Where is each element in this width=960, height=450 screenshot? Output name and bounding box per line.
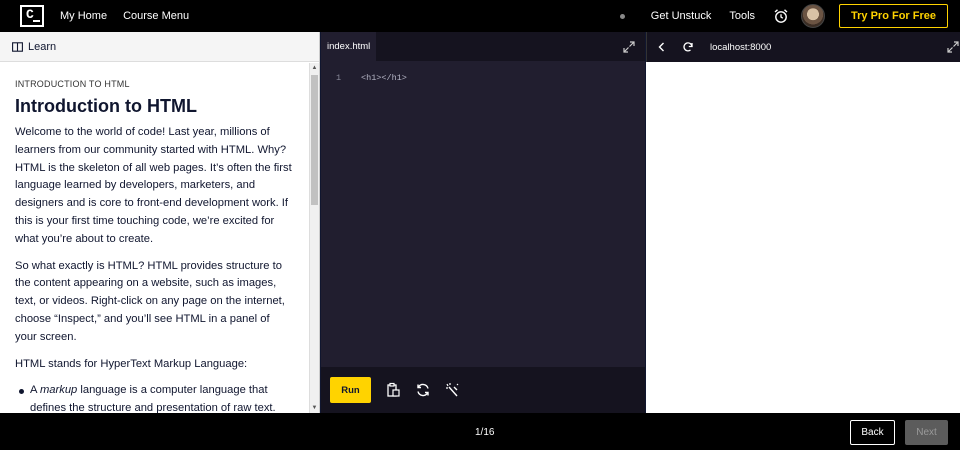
editor-footer: Run (321, 367, 645, 413)
bullet-text-prefix: A (30, 384, 40, 397)
scroll-up-icon[interactable]: ▲ (310, 63, 319, 73)
lesson-eyebrow: INTRODUCTION TO HTML (15, 79, 130, 89)
run-button[interactable]: Run (330, 377, 371, 403)
lesson-paragraph: HTML stands for HyperText Markup Languag… (15, 357, 248, 370)
my-home-link[interactable]: My Home (60, 10, 107, 22)
codecademy-logo-icon[interactable]: C (20, 5, 44, 27)
copy-icon[interactable] (385, 382, 401, 398)
learn-tab[interactable]: Learn (0, 32, 319, 62)
alarm-clock-icon[interactable] (773, 8, 789, 24)
list-item: A markup language is a computer language… (15, 382, 294, 413)
tools-link[interactable]: Tools (729, 10, 755, 22)
top-navigation-right: Get Unstuck Tools Try Pro For Free (619, 0, 960, 32)
lesson-content: INTRODUCTION TO HTML Introduction to HTM… (0, 63, 309, 413)
course-menu-link[interactable]: Course Menu (123, 10, 189, 22)
avatar[interactable] (801, 4, 826, 28)
learn-panel: Learn INTRODUCTION TO HTML Introduction … (0, 32, 320, 413)
book-icon (12, 41, 23, 52)
code-editor: index.html 1 <h1></h1> Run (321, 32, 645, 413)
code-line[interactable]: <h1></h1> (361, 73, 407, 83)
reset-icon[interactable] (415, 382, 431, 398)
lesson-paragraph: Welcome to the world of code! Last year,… (15, 126, 292, 245)
expand-icon[interactable] (623, 41, 635, 53)
lesson-title: Introduction to HTML (15, 96, 197, 116)
browser-toolbar: localhost:8000 (646, 32, 960, 62)
try-pro-button[interactable]: Try Pro For Free (839, 4, 948, 28)
url-bar[interactable]: localhost:8000 (710, 42, 771, 53)
top-navigation: C My Home Course Menu Get Unstuck Tools … (0, 0, 960, 32)
back-button[interactable]: Back (850, 420, 895, 445)
notification-dot-icon (619, 13, 625, 19)
tab-index-html[interactable]: index.html (321, 32, 377, 61)
lesson-paragraph: So what exactly is HTML? HTML provides s… (15, 259, 285, 343)
browser-preview: localhost:8000 (646, 32, 960, 413)
editor-tab-bar: index.html (321, 32, 645, 61)
lesson-progress[interactable]: 1/16 (475, 427, 494, 438)
refresh-icon[interactable] (682, 41, 694, 53)
learn-scrollbar[interactable]: ▲ ▼ (309, 63, 319, 413)
expand-icon[interactable] (947, 41, 959, 53)
scrollbar-thumb[interactable] (311, 75, 318, 205)
get-unstuck-link[interactable]: Get Unstuck (651, 10, 712, 22)
code-area[interactable]: 1 <h1></h1> (321, 61, 645, 367)
scroll-down-icon[interactable]: ▼ (310, 403, 319, 413)
next-button[interactable]: Next (905, 420, 948, 445)
bottom-bar: 1/16 Back Next (0, 413, 960, 450)
lesson-bullet-list: A markup language is a computer language… (15, 382, 294, 413)
learn-tab-label: Learn (28, 40, 57, 53)
bullet-emphasis: markup (39, 384, 78, 397)
snippet-icon[interactable] (445, 382, 461, 398)
line-number: 1 (336, 73, 342, 83)
chevron-left-icon[interactable] (656, 41, 668, 53)
